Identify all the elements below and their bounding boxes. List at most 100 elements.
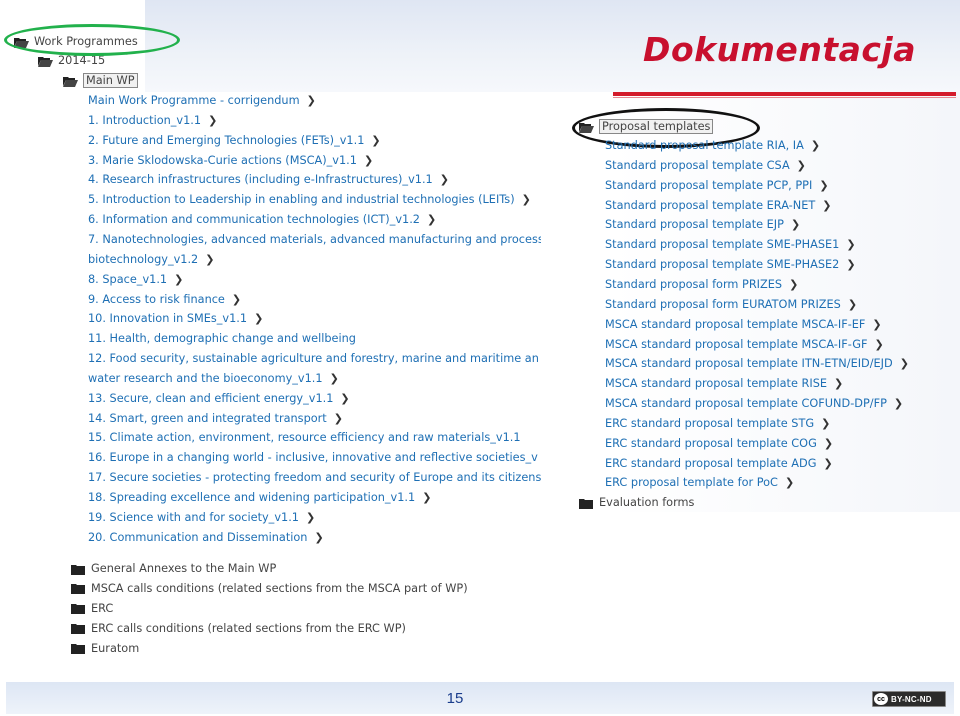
tree-link-label[interactable]: water research and the bioeconomy_v1.1 xyxy=(88,372,323,385)
tree-link-label[interactable]: 1. Introduction_v1.1 xyxy=(88,114,201,127)
tree-link-item[interactable]: water research and the bioeconomy_v1.1 ❯ xyxy=(88,370,339,387)
tree-link-label[interactable]: 19. Science with and for society_v1.1 xyxy=(88,511,299,524)
tree-link-label[interactable]: 11. Health, demographic change and wellb… xyxy=(88,332,356,345)
tree-link-item[interactable]: 5. Introduction to Leadership in enablin… xyxy=(88,191,531,208)
tree-link-label[interactable]: MSCA standard proposal template MSCA-IF-… xyxy=(605,318,865,331)
tree-link-label[interactable]: 18. Spreading excellence and widening pa… xyxy=(88,491,415,504)
tree-link-item[interactable]: biotechnology_v1.2 ❯ xyxy=(88,251,214,268)
chevron-right-icon[interactable]: ❯ xyxy=(797,157,806,174)
chevron-right-icon[interactable]: ❯ xyxy=(208,112,217,129)
tree-link-label[interactable]: 14. Smart, green and integrated transpor… xyxy=(88,412,327,425)
tree-link-label[interactable]: 9. Access to risk finance xyxy=(88,293,225,306)
chevron-right-icon[interactable]: ❯ xyxy=(364,152,373,169)
tree-link-item[interactable]: 1. Introduction_v1.1 ❯ xyxy=(88,112,217,129)
tree-link-label[interactable]: Standard proposal form EURATOM PRIZES xyxy=(605,298,841,311)
chevron-right-icon[interactable]: ❯ xyxy=(789,276,798,293)
tree-link-label[interactable]: 4. Research infrastructures (including e… xyxy=(88,173,433,186)
tree-link-item[interactable]: 19. Science with and for society_v1.1 ❯ xyxy=(88,509,315,526)
chevron-right-icon[interactable]: ❯ xyxy=(440,171,449,188)
tree-link-item[interactable]: Standard proposal template SME-PHASE2 ❯ xyxy=(605,256,856,273)
chevron-right-icon[interactable]: ❯ xyxy=(821,415,830,432)
chevron-right-icon[interactable]: ❯ xyxy=(330,370,339,387)
tree-link-label[interactable]: Standard proposal template SME-PHASE1 xyxy=(605,238,839,251)
tree-link-item[interactable]: 2. Future and Emerging Technologies (FET… xyxy=(88,132,381,149)
tree-link-item[interactable]: MSCA standard proposal template RISE ❯ xyxy=(605,375,843,392)
chevron-right-icon[interactable]: ❯ xyxy=(307,92,316,109)
tree-link-item[interactable]: 17. Secure societies - protecting freedo… xyxy=(88,469,541,486)
tree-link-item[interactable]: Standard proposal template PCP, PPI ❯ xyxy=(605,177,829,194)
tree-link-label[interactable]: MSCA standard proposal template COFUND-D… xyxy=(605,397,887,410)
tree-link-label[interactable]: 6. Information and communication technol… xyxy=(88,213,420,226)
tree-link-item[interactable]: ERC proposal template for PoC ❯ xyxy=(605,474,794,491)
tree-link-label[interactable]: Standard proposal template EJP xyxy=(605,218,784,231)
chevron-right-icon[interactable]: ❯ xyxy=(846,236,855,253)
tree-link-item[interactable]: 18. Spreading excellence and widening pa… xyxy=(88,489,431,506)
chevron-right-icon[interactable]: ❯ xyxy=(811,137,820,154)
tree-link-label[interactable]: MSCA standard proposal template ITN-ETN/… xyxy=(605,357,893,370)
tree-link-label[interactable]: Standard proposal template PCP, PPI xyxy=(605,179,812,192)
tree-link-item[interactable]: 7. Nanotechnologies, advanced materials,… xyxy=(88,231,541,248)
tree-link-item[interactable]: 12. Food security, sustainable agricultu… xyxy=(88,350,541,367)
tree-link-item[interactable]: 20. Communication and Dissemination ❯ xyxy=(88,529,324,546)
tree-link-item[interactable]: Standard proposal template EJP ❯ xyxy=(605,216,800,233)
tree-link-label[interactable]: Standard proposal form PRIZES xyxy=(605,278,782,291)
tree-folder-item[interactable]: General Annexes to the Main WP xyxy=(71,560,276,577)
tree-link-item[interactable]: ERC standard proposal template COG ❯ xyxy=(605,435,833,452)
tree-link-label[interactable]: 8. Space_v1.1 xyxy=(88,273,167,286)
chevron-right-icon[interactable]: ❯ xyxy=(785,474,794,491)
tree-link-item[interactable]: 10. Innovation in SMEs_v1.1 ❯ xyxy=(88,310,263,327)
tree-node-main-wp[interactable]: Main WP xyxy=(63,72,138,89)
tree-link-item[interactable]: Standard proposal template RIA, IA ❯ xyxy=(605,137,820,154)
chevron-right-icon[interactable]: ❯ xyxy=(174,271,183,288)
tree-link-label[interactable]: 16. Europe in a changing world - inclusi… xyxy=(88,451,538,464)
tree-link-item[interactable]: MSCA standard proposal template COFUND-D… xyxy=(605,395,903,412)
chevron-right-icon[interactable]: ❯ xyxy=(824,435,833,452)
tree-link-item[interactable]: Standard proposal template ERA-NET ❯ xyxy=(605,197,831,214)
tree-folder-item[interactable]: ERC calls conditions (related sections f… xyxy=(71,620,406,637)
tree-link-item[interactable]: MSCA standard proposal template ITN-ETN/… xyxy=(605,355,909,372)
chevron-right-icon[interactable]: ❯ xyxy=(791,216,800,233)
tree-link-item[interactable]: 8. Space_v1.1 ❯ xyxy=(88,271,183,288)
tree-link-item[interactable]: Standard proposal template CSA ❯ xyxy=(605,157,806,174)
tree-link-label[interactable]: MSCA standard proposal template MSCA-IF-… xyxy=(605,338,867,351)
tree-folder-item[interactable]: MSCA calls conditions (related sections … xyxy=(71,580,468,597)
tree-link-label[interactable]: 7. Nanotechnologies, advanced materials,… xyxy=(88,233,541,246)
chevron-right-icon[interactable]: ❯ xyxy=(872,316,881,333)
chevron-right-icon[interactable]: ❯ xyxy=(254,310,263,327)
tree-link-label[interactable]: 13. Secure, clean and efficient energy_v… xyxy=(88,392,333,405)
tree-link-label[interactable]: 2. Future and Emerging Technologies (FET… xyxy=(88,134,364,147)
chevron-right-icon[interactable]: ❯ xyxy=(205,251,214,268)
tree-link-item[interactable]: Main Work Programme - corrigendum ❯ xyxy=(88,92,316,109)
chevron-right-icon[interactable]: ❯ xyxy=(874,336,883,353)
tree-link-label[interactable]: 17. Secure societies - protecting freedo… xyxy=(88,471,541,484)
chevron-right-icon[interactable]: ❯ xyxy=(894,395,903,412)
chevron-right-icon[interactable]: ❯ xyxy=(422,489,431,506)
chevron-right-icon[interactable]: ❯ xyxy=(371,132,380,149)
tree-link-item[interactable]: MSCA standard proposal template MSCA-IF-… xyxy=(605,336,884,353)
tree-link-label[interactable]: 15. Climate action, environment, resourc… xyxy=(88,431,521,444)
tree-link-item[interactable]: 13. Secure, clean and efficient energy_v… xyxy=(88,390,350,407)
tree-link-label[interactable]: ERC standard proposal template COG xyxy=(605,437,817,450)
chevron-right-icon[interactable]: ❯ xyxy=(900,355,909,372)
tree-link-label[interactable]: biotechnology_v1.2 xyxy=(88,253,198,266)
tree-link-item[interactable]: Standard proposal form EURATOM PRIZES ❯ xyxy=(605,296,857,313)
tree-link-item[interactable]: 4. Research infrastructures (including e… xyxy=(88,171,449,188)
tree-link-item[interactable]: 14. Smart, green and integrated transpor… xyxy=(88,410,343,427)
tree-link-label[interactable]: Standard proposal template SME-PHASE2 xyxy=(605,258,839,271)
tree-link-label[interactable]: 10. Innovation in SMEs_v1.1 xyxy=(88,312,247,325)
tree-node-evaluation-forms[interactable]: Evaluation forms xyxy=(579,494,694,511)
tree-link-item[interactable]: 6. Information and communication technol… xyxy=(88,211,436,228)
tree-link-label[interactable]: Standard proposal template CSA xyxy=(605,159,790,172)
tree-link-label[interactable]: 5. Introduction to Leadership in enablin… xyxy=(88,193,515,206)
chevron-right-icon[interactable]: ❯ xyxy=(232,291,241,308)
tree-link-item[interactable]: Standard proposal template SME-PHASE1 ❯ xyxy=(605,236,856,253)
chevron-right-icon[interactable]: ❯ xyxy=(822,197,831,214)
tree-link-label[interactable]: 20. Communication and Dissemination xyxy=(88,531,307,544)
chevron-right-icon[interactable]: ❯ xyxy=(306,509,315,526)
chevron-right-icon[interactable]: ❯ xyxy=(334,410,343,427)
tree-link-item[interactable]: MSCA standard proposal template MSCA-IF-… xyxy=(605,316,882,333)
tree-link-label[interactable]: Standard proposal template ERA-NET xyxy=(605,199,815,212)
tree-link-label[interactable]: Main Work Programme - corrigendum xyxy=(88,94,300,107)
tree-link-item[interactable]: 3. Marie Sklodowska-Curie actions (MSCA)… xyxy=(88,152,373,169)
chevron-right-icon[interactable]: ❯ xyxy=(340,390,349,407)
